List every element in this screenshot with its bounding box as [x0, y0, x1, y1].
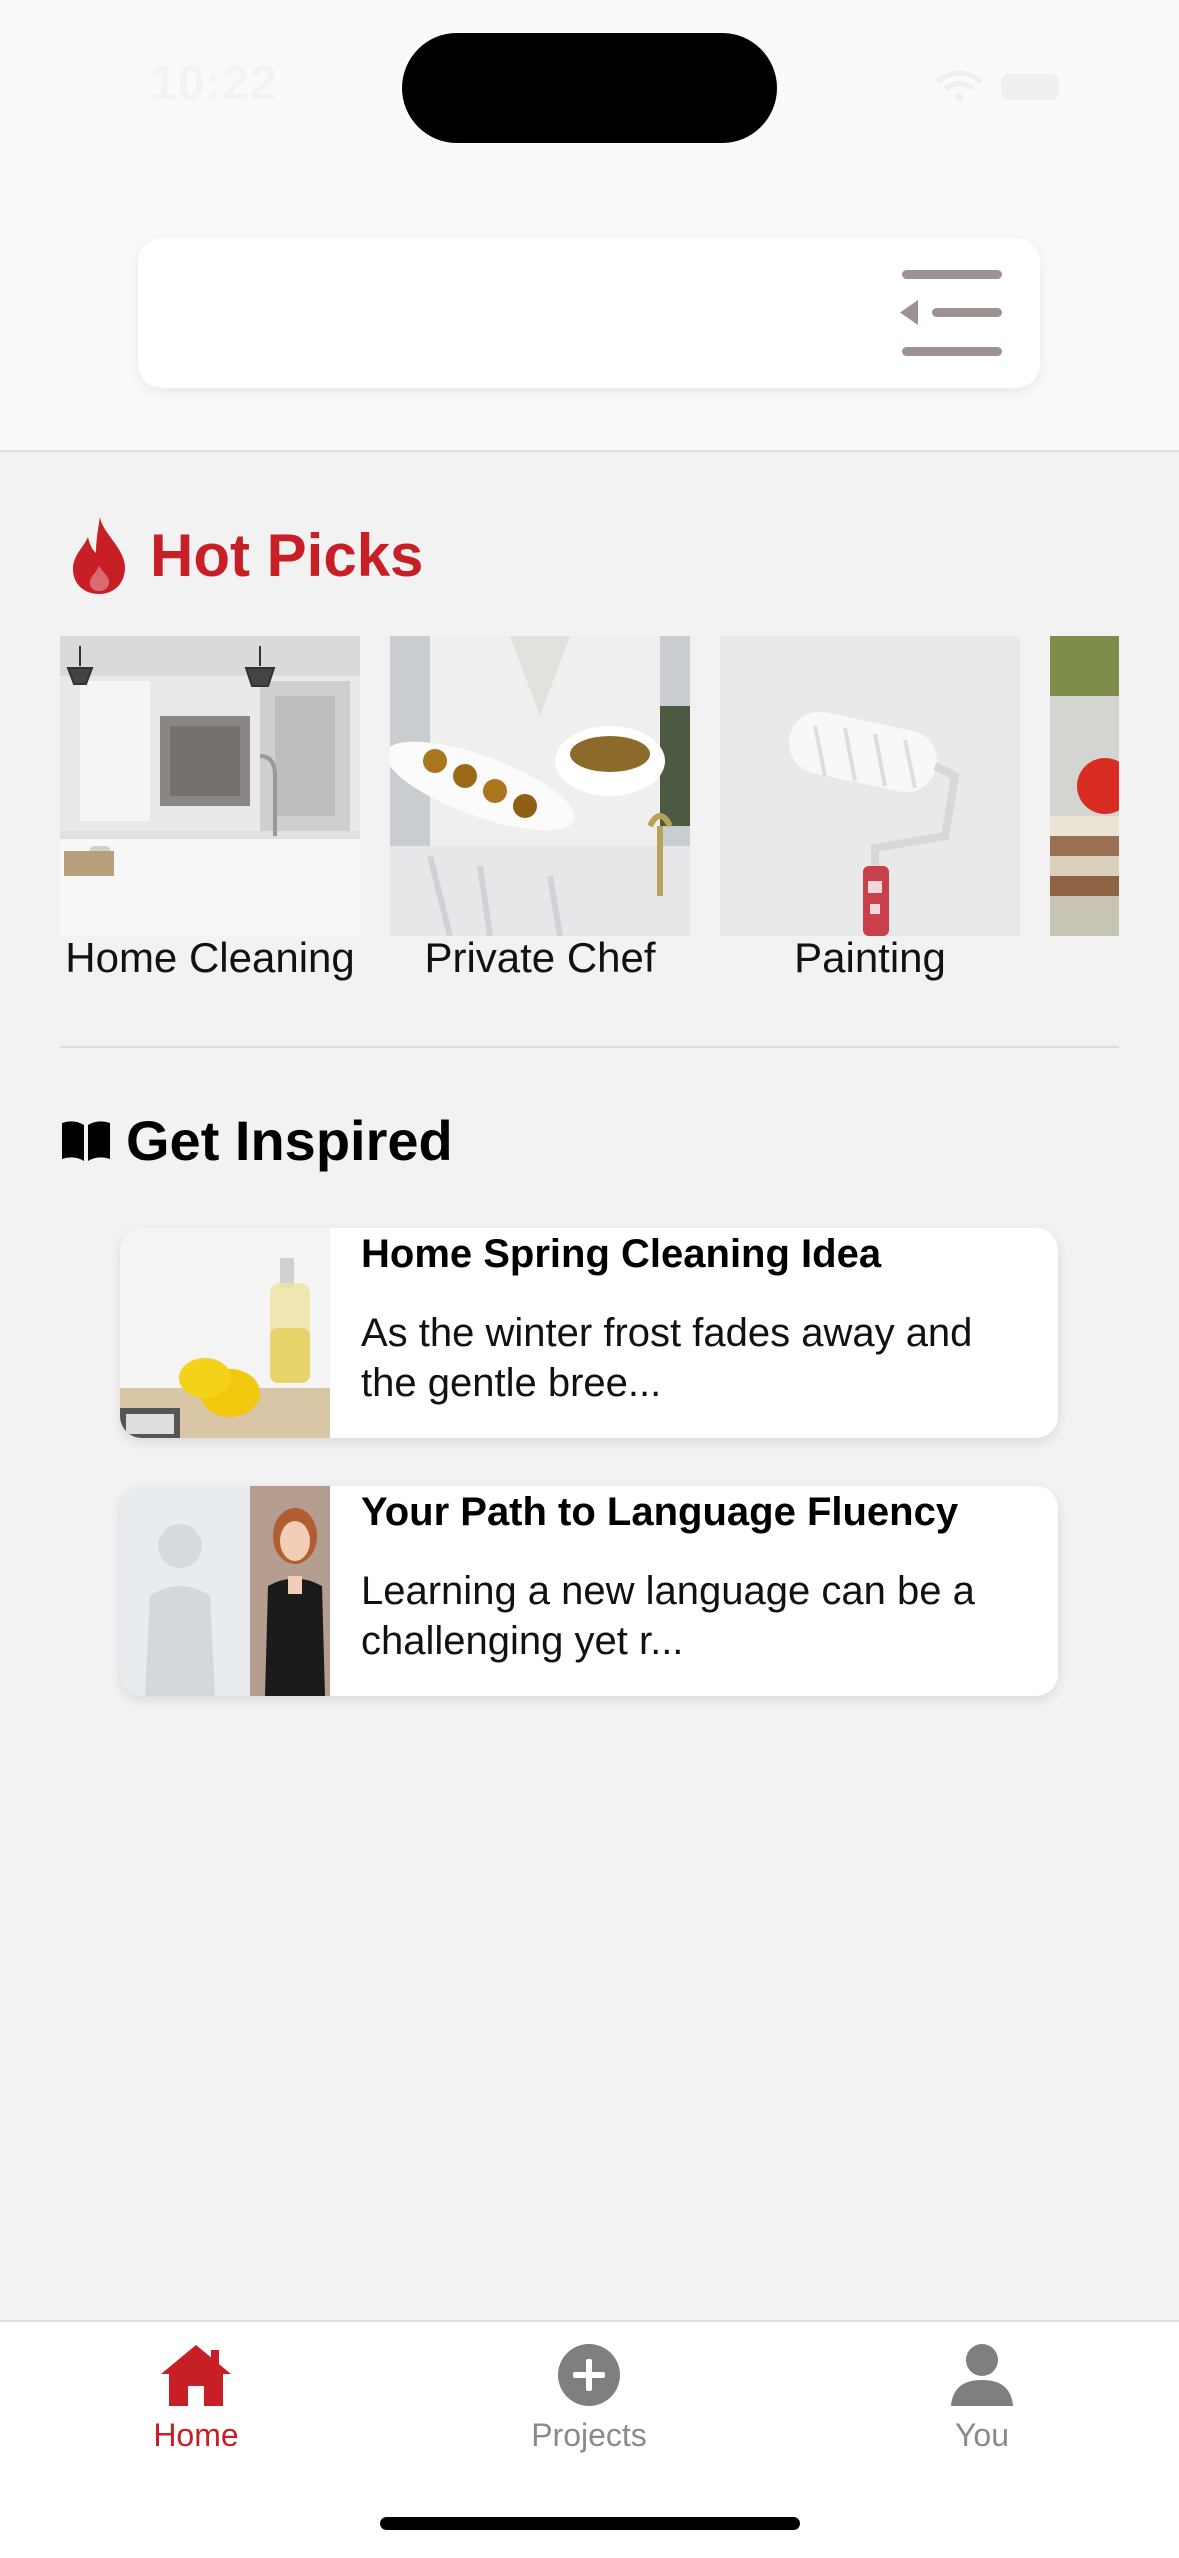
person-icon [951, 2344, 1013, 2406]
painting-image [720, 636, 1020, 936]
get-inspired-title-text: Get Inspired [126, 1109, 453, 1172]
status-icons [935, 70, 1059, 101]
spring-cleaning-image [120, 1228, 330, 1438]
hot-pick-card-painting[interactable]: Painting [720, 636, 1020, 981]
hot-picks-title-text: Hot Picks [150, 521, 424, 589]
article-excerpt: Learning a new language can be a challen… [361, 1569, 975, 1663]
plus-circle-icon [558, 2344, 620, 2406]
article-title: Your Path to Language Fluency [361, 1490, 959, 1534]
tab-you[interactable]: You [872, 2342, 1092, 2454]
tab-you-label: You [955, 2417, 1009, 2453]
article-excerpt: As the winter frost fades away and the g… [361, 1311, 973, 1405]
home-indicator [380, 2517, 800, 2530]
tab-projects-label: Projects [531, 2417, 647, 2453]
dynamic-island [402, 33, 777, 143]
home-cleaning-image [60, 636, 360, 936]
tab-home[interactable]: Home [86, 2342, 306, 2454]
hot-pick-label: Painting [794, 934, 946, 981]
books-apple-image [1050, 636, 1119, 936]
tab-home-label: Home [153, 2417, 239, 2453]
get-inspired-title: Get Inspired [60, 1108, 453, 1173]
article-card-language-fluency[interactable]: Your Path to Language Fluency Learning a… [120, 1486, 1058, 1696]
header: 10:22 [0, 0, 1179, 452]
hot-pick-card-private-chef[interactable]: Private Chef [385, 636, 690, 981]
hot-pick-label: Home Cleaning [65, 934, 355, 981]
tab-projects[interactable]: Projects [479, 2342, 699, 2454]
article-title: Home Spring Cleaning Idea [361, 1232, 882, 1276]
search-bar[interactable] [138, 238, 1040, 388]
book-icon [62, 1120, 110, 1161]
section-divider [60, 1046, 1119, 1048]
hot-picks-carousel[interactable]: Home Cleaning Private Chef Painting [60, 636, 1119, 996]
home-icon [161, 2345, 231, 2406]
language-fluency-image [120, 1486, 330, 1696]
hot-pick-card-partial[interactable] [1050, 636, 1119, 941]
hot-picks-title: Hot Picks [70, 515, 423, 595]
menu-collapse-icon[interactable] [896, 266, 1004, 360]
article-card-spring-cleaning[interactable]: Home Spring Cleaning Idea As the winter … [120, 1228, 1058, 1438]
hot-pick-card-home-cleaning[interactable]: Home Cleaning [60, 636, 360, 981]
flame-icon [73, 517, 126, 594]
hot-pick-label: Private Chef [424, 934, 656, 981]
status-time: 10:22 [150, 57, 278, 110]
private-chef-image [385, 636, 690, 937]
